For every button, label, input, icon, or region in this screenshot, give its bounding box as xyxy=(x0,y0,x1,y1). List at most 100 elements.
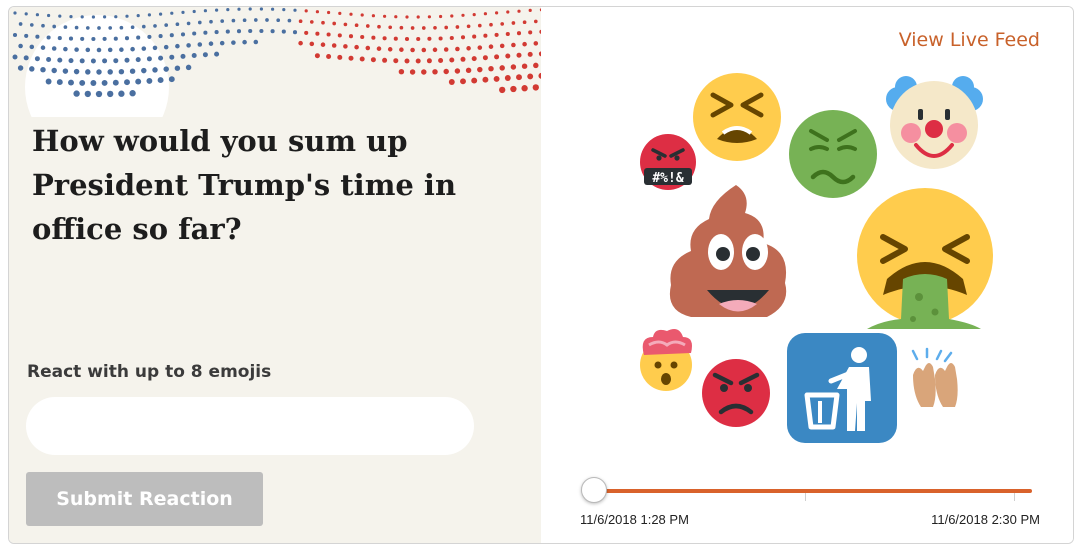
decorative-dot xyxy=(157,77,164,84)
decorative-dot xyxy=(259,28,264,34)
decorative-dot xyxy=(46,57,52,62)
decorative-dot xyxy=(298,40,303,46)
pile-of-poo-icon xyxy=(669,185,787,317)
decorative-dot xyxy=(192,31,197,36)
decorative-dot xyxy=(18,43,23,49)
decorative-dot xyxy=(282,8,286,12)
decorative-dot xyxy=(388,25,393,30)
decorative-dot xyxy=(242,18,247,23)
decorative-dot xyxy=(125,14,129,18)
decorative-dot xyxy=(129,90,136,97)
decorative-dot xyxy=(449,35,454,41)
decorative-dot xyxy=(159,12,163,16)
decorative-dot xyxy=(192,9,196,14)
decorative-dot xyxy=(170,11,174,15)
decorative-dot xyxy=(208,41,214,46)
decorative-dot xyxy=(439,14,443,19)
emoji-input[interactable] xyxy=(26,397,474,455)
decorative-dot xyxy=(63,46,68,52)
decorative-dot xyxy=(90,80,97,86)
decorative-dot xyxy=(443,47,449,52)
decorative-dot xyxy=(135,78,142,85)
react-label: React with up to 8 emojis xyxy=(27,362,272,382)
decorative-dot xyxy=(85,47,91,53)
decorative-dot xyxy=(47,13,51,18)
decorative-dot xyxy=(276,18,281,23)
decorative-dot xyxy=(477,23,482,28)
decorative-dot xyxy=(74,47,79,52)
decorative-dot xyxy=(52,24,57,29)
decorative-dot xyxy=(298,19,303,24)
decorative-dot xyxy=(136,14,140,18)
decorative-dot xyxy=(168,76,175,83)
decorative-dot xyxy=(158,55,164,61)
decorative-dot xyxy=(315,31,320,36)
face-vomiting-icon xyxy=(857,188,993,329)
decorative-dot xyxy=(186,21,191,26)
decorative-dot xyxy=(113,58,119,64)
decorative-dot xyxy=(35,13,39,17)
decorative-dot xyxy=(460,56,466,62)
decorative-dot xyxy=(118,68,125,75)
decorative-dot xyxy=(528,30,533,35)
decorative-dot xyxy=(365,45,371,51)
decorative-dot xyxy=(74,25,79,30)
decorative-dot xyxy=(90,58,96,64)
decorative-dot xyxy=(73,68,80,75)
decorative-dot xyxy=(185,64,192,71)
decorative-dot xyxy=(292,30,298,35)
decorative-dot xyxy=(84,90,91,98)
decorative-dot xyxy=(79,79,86,86)
decorative-dot xyxy=(135,57,141,63)
decorative-dot xyxy=(309,20,314,24)
decorative-dot xyxy=(521,63,528,69)
decorative-dot xyxy=(146,77,153,84)
decorative-dot xyxy=(533,62,539,69)
decorative-dot xyxy=(58,14,62,18)
decorative-dot xyxy=(147,13,151,17)
decorative-dot xyxy=(91,36,96,42)
decorative-dot xyxy=(354,23,359,28)
decorative-dot xyxy=(265,18,269,22)
decorative-dot xyxy=(370,57,376,63)
decorative-dot xyxy=(488,65,494,72)
decorative-dot xyxy=(399,25,404,30)
decorative-dot xyxy=(12,32,18,38)
decorative-dot xyxy=(449,57,455,63)
decorative-dot xyxy=(405,15,409,19)
decorative-dot xyxy=(511,42,516,48)
decorative-dot xyxy=(376,46,382,51)
decorative-dot xyxy=(404,36,410,42)
decorative-dot xyxy=(477,66,483,73)
decorative-dot xyxy=(450,14,454,18)
decorative-dot xyxy=(354,44,359,50)
decorative-dot xyxy=(226,8,230,12)
submit-reaction-button[interactable]: Submit Reaction xyxy=(26,472,263,526)
decorative-dot xyxy=(477,45,483,50)
decorative-dot xyxy=(214,30,219,35)
decorative-dot xyxy=(483,33,488,38)
timeline-track[interactable] xyxy=(594,489,1032,493)
live-feed-panel: View Live Feed #%!& 11/6/2018 1:28 PM 11… xyxy=(541,7,1073,543)
decorative-dot xyxy=(427,36,432,41)
decorative-dot xyxy=(130,46,135,52)
decorative-dot xyxy=(129,68,136,74)
decorative-dot xyxy=(382,36,387,41)
decorative-dot xyxy=(215,8,219,12)
decorative-dot xyxy=(96,47,102,53)
decorative-dot xyxy=(164,23,169,27)
decorative-dot xyxy=(69,15,73,19)
decorative-dot xyxy=(460,35,466,40)
decorative-dot xyxy=(130,25,135,30)
decorative-dot xyxy=(387,47,393,52)
decorative-dot xyxy=(103,15,107,19)
decorative-dot xyxy=(371,35,376,40)
clown-face-icon xyxy=(886,76,983,169)
decorative-dot xyxy=(516,74,522,81)
decorative-dot xyxy=(163,66,169,72)
decorative-dot xyxy=(174,65,181,71)
decorative-dot xyxy=(495,11,499,15)
decorative-dot xyxy=(17,65,24,71)
timeline-handle[interactable] xyxy=(581,477,607,503)
decorative-dot xyxy=(13,11,17,15)
